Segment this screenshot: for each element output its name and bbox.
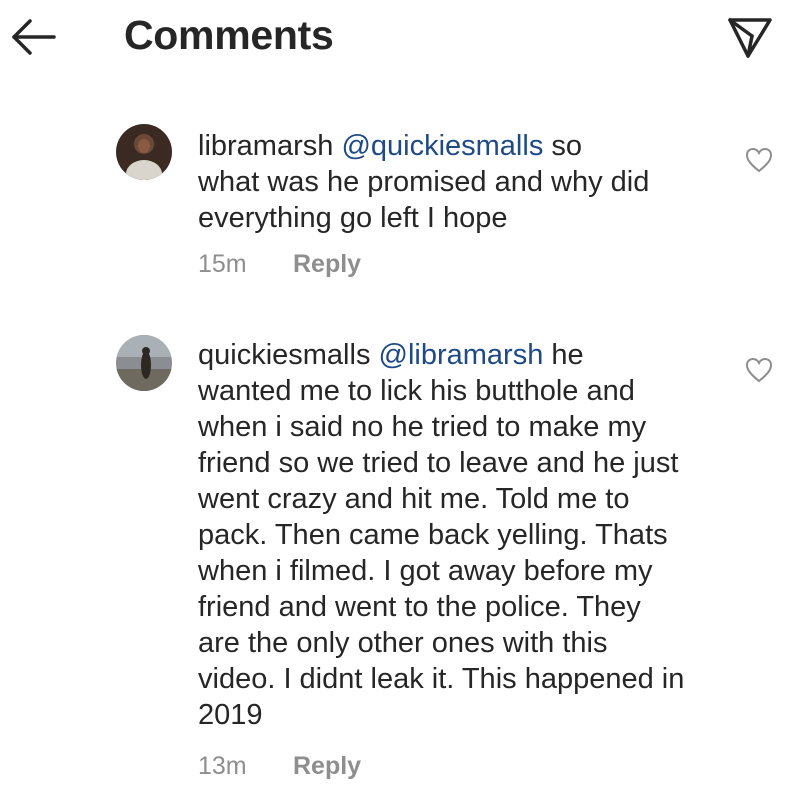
comment-body-line: when i filmed. I got away before my	[198, 555, 653, 587]
comment-body-line: when i said no he tried to make my	[198, 411, 647, 443]
page-title: Comments	[124, 12, 334, 58]
comment-username[interactable]: quickiesmalls	[198, 339, 370, 371]
avatar[interactable]	[116, 335, 172, 391]
comment-body-line: he	[551, 339, 584, 371]
reply-button[interactable]: Reply	[293, 250, 361, 279]
reply-button[interactable]: Reply	[293, 752, 361, 781]
comment-username[interactable]: libramarsh	[198, 130, 333, 162]
header-bar: Comments	[0, 0, 800, 80]
like-button[interactable]	[745, 357, 773, 383]
share-button[interactable]	[724, 10, 776, 60]
comment-body-line: went crazy and hit me. Told me to	[198, 483, 630, 515]
back-button[interactable]	[8, 14, 58, 60]
comment-body-line: friend and went to the police. They	[198, 591, 641, 623]
comment-timestamp: 15m	[198, 250, 247, 278]
comment-text: libramarsh @quickiesmalls so what was he…	[198, 128, 728, 236]
like-button[interactable]	[745, 147, 773, 173]
comment-body-line: what was he promised and why did	[198, 166, 650, 198]
comment-timestamp: 13m	[198, 752, 247, 780]
comment-body-line: video. I didnt leak it. This happened in	[198, 663, 685, 695]
send-icon	[728, 18, 772, 58]
comment-body-line: wanted me to lick his butthole and	[198, 375, 635, 407]
comment-body-line: so	[551, 130, 583, 162]
comment-body-line: 2019	[198, 699, 263, 731]
comment-body-line: friend so we tried to leave and he just	[198, 447, 679, 479]
arrow-left-icon	[12, 19, 56, 55]
comment-body-line: pack. Then came back yelling. Thats	[198, 519, 668, 551]
comment-text: quickiesmalls @libramarsh he wanted me t…	[198, 337, 728, 733]
comment-mention[interactable]: @libramarsh	[379, 339, 544, 371]
comment-mention[interactable]: @quickiesmalls	[341, 130, 543, 162]
avatar[interactable]	[116, 124, 172, 180]
heart-icon	[745, 357, 773, 383]
heart-icon	[745, 147, 773, 173]
comment-body-line: everything go left I hope	[198, 202, 508, 234]
comment-body-line: are the only other ones with this	[198, 627, 608, 659]
